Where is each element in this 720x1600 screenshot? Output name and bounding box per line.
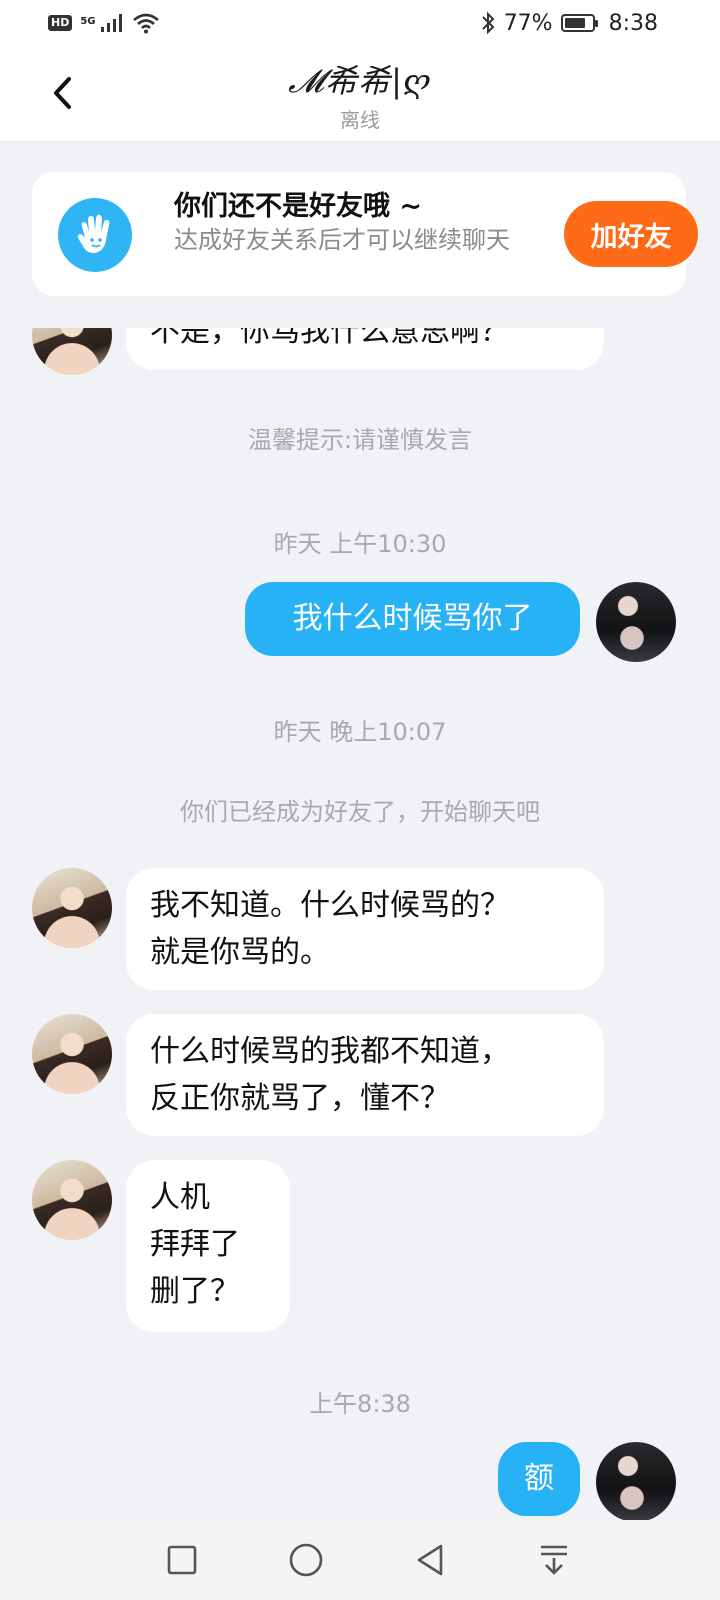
incoming-message[interactable]: 我不知道。什么时候骂的？ 就是你骂的。 [126, 868, 604, 990]
triangle-back-icon [417, 1544, 443, 1576]
banner-title: 你们还不是好友哦 ~ [174, 191, 423, 222]
battery-percent: 77% [503, 10, 553, 36]
square-icon [167, 1545, 197, 1575]
network-type: 5G [80, 16, 96, 27]
friend-avatar[interactable] [32, 328, 112, 375]
contact-name[interactable]: 𝓜希希|ღ [0, 56, 720, 102]
hand-wave-icon [58, 198, 132, 272]
notification-pull-button[interactable] [524, 1530, 584, 1590]
not-friends-banner: 你们还不是好友哦 ~ 达成好友关系后才可以继续聊天 加好友 [32, 172, 698, 296]
message-line: 我不知道。什么时候骂的？ [150, 888, 510, 923]
message-line: 拜拜了 [150, 1227, 240, 1262]
chat-header: 𝓜希希|ღ 离线 [0, 46, 720, 142]
message-line: 反正你就骂了，懂不？ [150, 1081, 450, 1116]
battery-level [564, 18, 585, 28]
message-line: 什么时候骂的我都不知道， [150, 1034, 510, 1069]
status-left: HD 5G [48, 12, 160, 34]
timestamp: 昨天 晚上10:07 [273, 718, 447, 746]
timestamp: 上午8:38 [309, 1390, 411, 1418]
wifi-icon [132, 13, 159, 34]
add-friend-button[interactable]: 加好友 [564, 201, 698, 267]
incoming-message[interactable]: 人机 拜拜了 删了？ [126, 1160, 290, 1332]
my-avatar[interactable] [596, 582, 676, 662]
incoming-message[interactable]: 不是，你骂我什么意思啊？ [126, 328, 604, 370]
signal-icon [100, 14, 122, 32]
system-nav-bar [0, 1520, 720, 1600]
message-line: 删了？ [150, 1274, 240, 1309]
outgoing-message[interactable]: 我什么时候骂你了 [245, 582, 580, 656]
incoming-message[interactable]: 什么时候骂的我都不知道， 反正你就骂了，懂不？ [126, 1014, 604, 1136]
notification-pull-icon [541, 1545, 567, 1575]
safety-tip: 温馨提示:请谨慎发言 [247, 426, 473, 454]
battery-icon [560, 14, 598, 32]
system-notice: 你们已经成为好友了，开始聊天吧 [180, 798, 540, 826]
message-line: 人机 [150, 1180, 210, 1215]
circle-icon [289, 1543, 323, 1577]
home-button[interactable] [276, 1530, 336, 1590]
outgoing-message[interactable]: 额 [498, 1442, 580, 1516]
title-wrap: 𝓜希希|ღ 离线 [0, 56, 720, 133]
message-line: 就是你骂的。 [150, 935, 330, 970]
banner-description: 达成好友关系后才可以继续聊天 [174, 226, 510, 254]
timestamp: 昨天 上午10:30 [273, 530, 447, 558]
status-bar: HD 5G 77% 8:38 [0, 0, 720, 46]
my-avatar[interactable] [596, 1442, 676, 1520]
friend-avatar[interactable] [32, 1014, 112, 1094]
online-status: 离线 [340, 108, 380, 132]
recent-apps-button[interactable] [152, 1530, 212, 1590]
status-right: 77% 8:38 [480, 11, 658, 36]
bluetooth-icon [481, 11, 495, 35]
hd-badge: HD [48, 15, 73, 31]
clock: 8:38 [608, 10, 658, 36]
friend-avatar[interactable] [32, 1160, 112, 1240]
message-list[interactable]: 不是，你骂我什么意思啊？ 温馨提示:请谨慎发言 昨天 上午10:30 我什么时候… [0, 328, 720, 1520]
friend-avatar[interactable] [32, 868, 112, 948]
back-nav-button[interactable] [400, 1530, 460, 1590]
